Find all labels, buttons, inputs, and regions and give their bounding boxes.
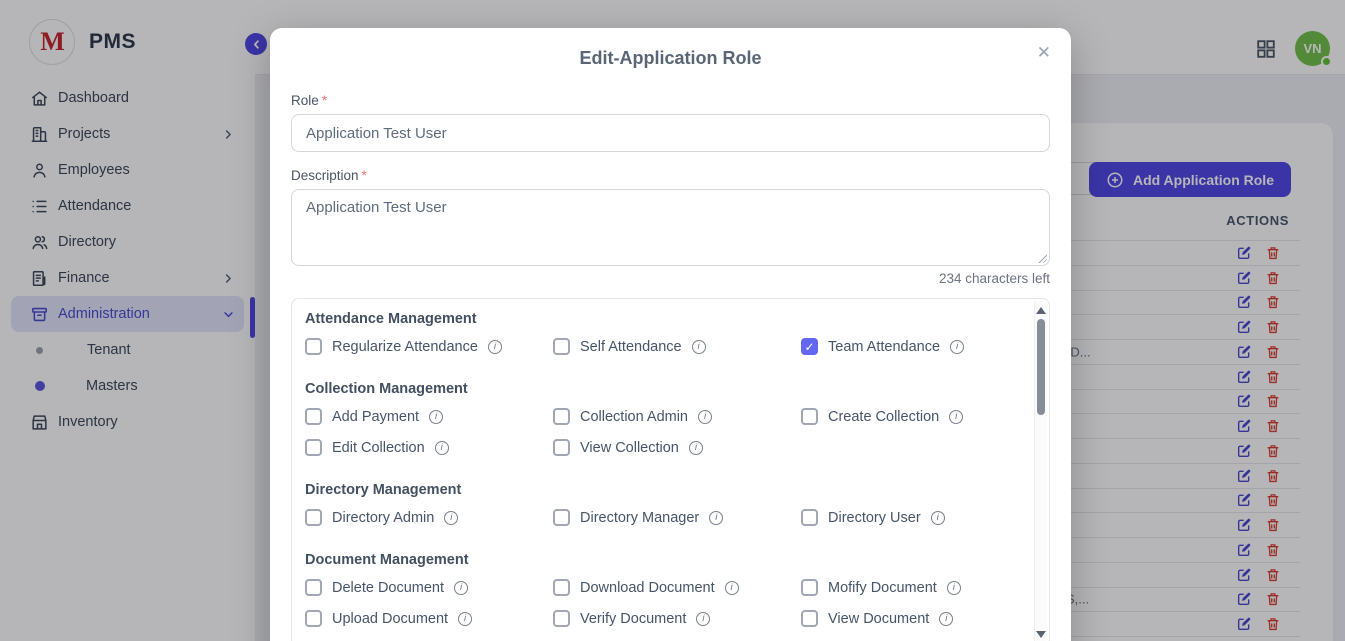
description-label: Description*: [291, 168, 1050, 183]
permission-section: Attendance Management Regularize Attenda…: [305, 311, 1019, 355]
checkbox[interactable]: [305, 579, 322, 596]
info-icon[interactable]: i: [454, 581, 468, 595]
permission-edit-collection[interactable]: Edit Collection i: [305, 439, 553, 456]
checkbox[interactable]: [553, 579, 570, 596]
role-input[interactable]: [291, 114, 1050, 152]
info-icon[interactable]: i: [939, 612, 953, 626]
permission-section: Document Management Delete Document i Do…: [305, 552, 1019, 627]
permission-add-payment[interactable]: Add Payment i: [305, 408, 553, 425]
permission-delete-document[interactable]: Delete Document i: [305, 579, 553, 596]
info-icon[interactable]: i: [429, 410, 443, 424]
checkbox[interactable]: [305, 439, 322, 456]
dialog-title: Edit-Application Role: [291, 48, 1050, 69]
checkbox[interactable]: [305, 509, 322, 526]
permission-regularize-attendance[interactable]: Regularize Attendance i: [305, 338, 553, 355]
info-icon[interactable]: i: [435, 441, 449, 455]
checkbox[interactable]: [801, 579, 818, 596]
permission-team-attendance[interactable]: ✓ Team Attendance i: [801, 338, 1019, 355]
checkbox[interactable]: [553, 610, 570, 627]
permission-section-title: Collection Management: [305, 381, 1019, 397]
info-icon[interactable]: i: [696, 612, 710, 626]
checkbox[interactable]: [801, 610, 818, 627]
permission-mofify-document[interactable]: Mofify Document i: [801, 579, 1019, 596]
permission-upload-document[interactable]: Upload Document i: [305, 610, 553, 627]
info-icon[interactable]: i: [698, 410, 712, 424]
scroll-down-arrow-icon[interactable]: [1036, 631, 1046, 638]
info-icon[interactable]: i: [947, 581, 961, 595]
required-asterisk: *: [362, 168, 367, 183]
permission-directory-user[interactable]: Directory User i: [801, 509, 1019, 526]
permission-self-attendance[interactable]: Self Attendance i: [553, 338, 801, 355]
checkbox[interactable]: [305, 338, 322, 355]
permission-section-title: Document Management: [305, 552, 1019, 568]
checkbox[interactable]: [553, 509, 570, 526]
checkbox[interactable]: [553, 338, 570, 355]
permission-download-document[interactable]: Download Document i: [553, 579, 801, 596]
info-icon[interactable]: i: [725, 581, 739, 595]
permission-view-collection[interactable]: View Collection i: [553, 439, 801, 456]
required-asterisk: *: [322, 93, 327, 108]
description-textarea[interactable]: Application Test User: [291, 189, 1050, 266]
info-icon[interactable]: i: [931, 511, 945, 525]
checkbox[interactable]: ✓: [801, 338, 818, 355]
checkbox[interactable]: [801, 408, 818, 425]
permission-directory-manager[interactable]: Directory Manager i: [553, 509, 801, 526]
role-label: Role*: [291, 93, 1050, 108]
permission-view-document[interactable]: View Document i: [801, 610, 1019, 627]
checkbox[interactable]: [305, 610, 322, 627]
info-icon[interactable]: i: [692, 340, 706, 354]
permission-create-collection[interactable]: Create Collection i: [801, 408, 1019, 425]
scrollbar: [1034, 301, 1047, 641]
permission-section: Collection Management Add Payment i Coll…: [305, 381, 1019, 456]
info-icon[interactable]: i: [458, 612, 472, 626]
info-icon[interactable]: i: [488, 340, 502, 354]
info-icon[interactable]: i: [689, 441, 703, 455]
scroll-up-arrow-icon[interactable]: [1036, 307, 1046, 314]
permissions-panel: Attendance Management Regularize Attenda…: [291, 298, 1050, 641]
characters-left-counter: 234 characters left: [291, 271, 1050, 286]
permission-collection-admin[interactable]: Collection Admin i: [553, 408, 801, 425]
edit-application-role-dialog: Edit-Application Role ✕ Role* Descriptio…: [270, 28, 1071, 641]
checkbox[interactable]: [801, 509, 818, 526]
close-icon[interactable]: ✕: [1033, 40, 1055, 65]
permission-section: Directory Management Directory Admin i D…: [305, 482, 1019, 526]
permission-section-title: Attendance Management: [305, 311, 1019, 327]
info-icon[interactable]: i: [950, 340, 964, 354]
permission-verify-document[interactable]: Verify Document i: [553, 610, 801, 627]
permission-section-title: Directory Management: [305, 482, 1019, 498]
info-icon[interactable]: i: [949, 410, 963, 424]
checkbox[interactable]: [305, 408, 322, 425]
checkbox[interactable]: [553, 439, 570, 456]
permission-directory-admin[interactable]: Directory Admin i: [305, 509, 553, 526]
scrollbar-thumb[interactable]: [1037, 319, 1045, 415]
info-icon[interactable]: i: [444, 511, 458, 525]
info-icon[interactable]: i: [709, 511, 723, 525]
application-window: M PMS Dashboard Projects Employees: [0, 0, 1345, 641]
checkbox[interactable]: [553, 408, 570, 425]
